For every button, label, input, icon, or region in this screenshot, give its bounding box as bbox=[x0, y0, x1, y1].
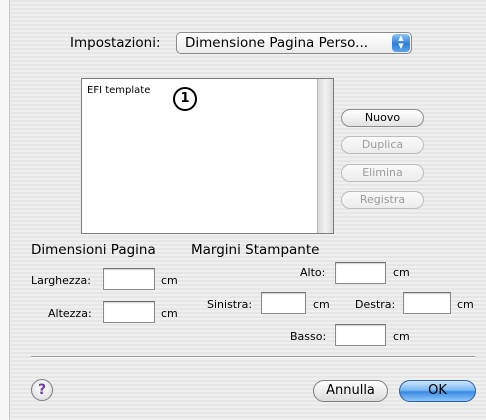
callout-marker: 1 bbox=[173, 87, 197, 111]
list-item[interactable]: EFI template bbox=[87, 85, 150, 96]
left-margin-unit: cm bbox=[313, 298, 330, 311]
ok-button[interactable]: OK bbox=[399, 380, 476, 402]
bottom-margin-label: Basso: bbox=[290, 330, 327, 343]
window-left-edge bbox=[0, 0, 10, 420]
popup-arrows-icon: ▲ ▼ bbox=[392, 34, 410, 52]
height-field[interactable] bbox=[103, 301, 155, 323]
duplicate-button[interactable]: Duplica bbox=[341, 136, 424, 154]
height-label: Altezza: bbox=[48, 307, 92, 320]
left-margin-label: Sinistra: bbox=[207, 298, 253, 311]
top-margin-label: Alto: bbox=[300, 266, 326, 279]
left-margin-field[interactable] bbox=[261, 292, 306, 314]
page-size-title: Dimensioni Pagina bbox=[31, 242, 156, 258]
width-field[interactable] bbox=[103, 268, 155, 290]
settings-label: Impostazioni: bbox=[70, 35, 161, 51]
top-margin-unit: cm bbox=[393, 266, 410, 279]
right-margin-field[interactable] bbox=[403, 292, 451, 314]
help-icon[interactable]: ? bbox=[31, 379, 53, 401]
top-margin-field[interactable] bbox=[335, 262, 386, 284]
cancel-button[interactable]: Annulla bbox=[313, 380, 388, 402]
right-margin-unit: cm bbox=[457, 298, 474, 311]
footer-divider bbox=[31, 356, 475, 358]
preset-list[interactable]: EFI template bbox=[81, 78, 334, 234]
width-unit: cm bbox=[161, 274, 178, 287]
save-button[interactable]: Registra bbox=[341, 191, 424, 209]
settings-popup[interactable]: Dimensione Pagina Perso... ▲ ▼ bbox=[176, 32, 412, 54]
right-margin-label: Destra: bbox=[355, 298, 396, 311]
margins-title: Margini Stampante bbox=[191, 242, 320, 258]
height-unit: cm bbox=[161, 307, 178, 320]
settings-popup-value: Dimensione Pagina Perso... bbox=[185, 35, 369, 51]
list-scrollbar[interactable] bbox=[317, 79, 333, 233]
bottom-margin-unit: cm bbox=[393, 330, 410, 343]
new-button[interactable]: Nuovo bbox=[341, 109, 424, 127]
delete-button[interactable]: Elimina bbox=[341, 164, 424, 182]
width-label: Larghezza: bbox=[31, 274, 91, 287]
bottom-margin-field[interactable] bbox=[335, 324, 386, 346]
